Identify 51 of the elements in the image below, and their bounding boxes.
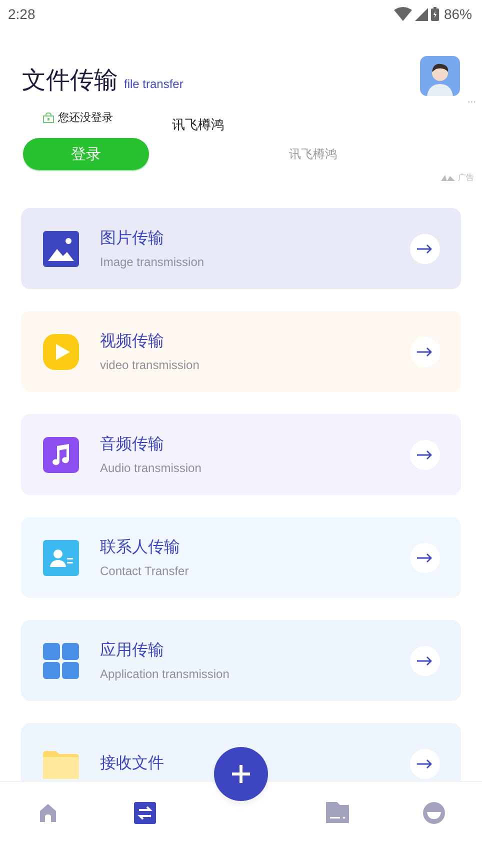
arrow-right-icon: [417, 244, 433, 254]
ad-label: 广告: [458, 172, 474, 183]
arrow-right-icon: [417, 758, 433, 768]
card-title: 音频传输: [100, 434, 165, 455]
battery-level: 86%: [444, 6, 472, 22]
swap-arrows-icon[interactable]: [134, 802, 156, 824]
card-subtitle: Application transmission: [100, 667, 230, 681]
battery-icon: [430, 7, 439, 21]
card-title: 接收文件: [100, 753, 165, 774]
person-icon: [425, 62, 455, 96]
arrow-right-icon: [417, 346, 433, 356]
contact-card-icon: [43, 540, 79, 576]
card-title: 联系人传输: [100, 537, 181, 558]
image-icon: [43, 230, 79, 266]
lock-icon: [43, 112, 54, 123]
transfer-card[interactable]: 图片传输 Image transmission: [21, 208, 461, 289]
arrow-button[interactable]: [410, 336, 440, 366]
arrow-button[interactable]: [410, 748, 440, 778]
card-title: 应用传输: [100, 640, 165, 661]
arrow-right-icon: [417, 450, 433, 460]
arrow-right-icon: [417, 656, 433, 666]
transfer-card[interactable]: 视频传输 video transmission: [21, 311, 461, 392]
transfer-card[interactable]: 音频传输 Audio transmission: [21, 414, 461, 495]
login-notice: 您还没登录: [58, 110, 113, 125]
card-subtitle: Audio transmission: [100, 461, 202, 475]
play-icon: [43, 334, 79, 370]
signal-icon: [414, 8, 428, 20]
transfer-card[interactable]: 联系人传输 Contact Transfer: [21, 517, 461, 598]
card-title: 图片传输: [100, 228, 165, 249]
ad-logo-icon: [441, 174, 455, 180]
plus-icon: [231, 764, 251, 784]
status-time: 2:28: [8, 6, 36, 22]
card-subtitle: Image transmission: [100, 255, 206, 269]
avatar[interactable]: [420, 56, 460, 96]
arrow-right-icon: [417, 552, 433, 562]
card-title: 视频传输: [100, 331, 165, 352]
music-note-icon: [43, 436, 79, 472]
arrow-button[interactable]: [410, 440, 440, 470]
transfer-card[interactable]: 应用传输 Application transmission: [21, 620, 461, 701]
card-subtitle: video transmission: [100, 358, 200, 372]
arrow-button[interactable]: [410, 542, 440, 572]
page-subtitle: file transfer: [124, 77, 184, 91]
grid-icon: [43, 642, 79, 678]
arrow-button[interactable]: [410, 646, 440, 676]
card-subtitle: Contact Transfer: [100, 564, 190, 578]
page-title: 文件传输: [22, 65, 118, 96]
arrow-button[interactable]: [410, 234, 440, 264]
transfer-card[interactable]: 接收文件: [21, 723, 461, 781]
wifi-icon: [394, 7, 412, 21]
brand-caption: 讯飞樽鸿: [289, 146, 337, 162]
brand-name: 讯飞樽鸿: [172, 117, 224, 134]
